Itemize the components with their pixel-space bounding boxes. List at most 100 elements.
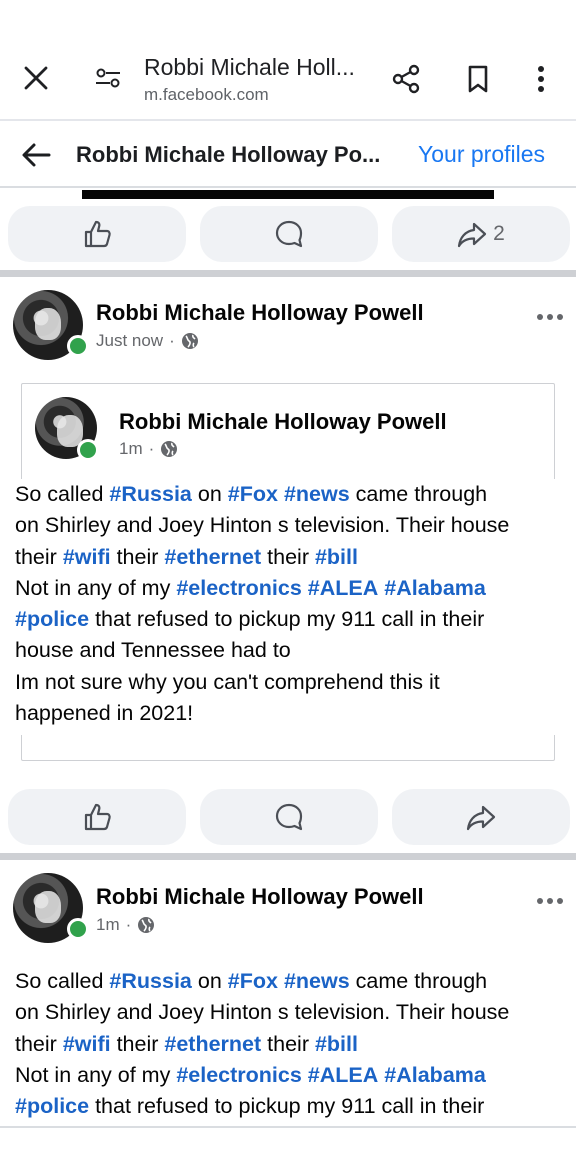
post-text-segment: house and Tennessee had to	[15, 638, 291, 663]
post-text-line: on Shirley and Joey Hinton s television.…	[15, 510, 571, 541]
post-text-line: So called #Russia on #Fox #news came thr…	[15, 479, 571, 510]
hashtag-link[interactable]: #news	[284, 969, 350, 993]
post-meta: 1m ·	[96, 915, 155, 935]
post-text-segment: their	[261, 544, 315, 569]
post-author[interactable]: Robbi Michale Holloway Powell	[96, 300, 424, 326]
hashtag-link[interactable]: #police	[15, 607, 89, 631]
tune-icon[interactable]	[90, 62, 126, 94]
meta-separator: ·	[169, 331, 175, 350]
hashtag-link[interactable]: #ALEA	[308, 1063, 378, 1087]
share-arrow-icon	[466, 805, 496, 831]
post-text-segment: Im not sure why you can't comprehend thi…	[15, 669, 440, 694]
hashtag-link[interactable]: #electronics	[176, 576, 301, 600]
post-text-segment: their	[110, 1031, 165, 1056]
post-text-line: Im not sure why you can't comprehend thi…	[15, 667, 571, 698]
hashtag-link[interactable]: #Russia	[109, 969, 191, 993]
share-icon[interactable]	[387, 60, 425, 98]
back-arrow-icon[interactable]	[18, 137, 54, 173]
hashtag-link[interactable]: #Alabama	[384, 1063, 486, 1087]
share-button[interactable]	[392, 789, 570, 845]
post-meta: Just now ·	[96, 331, 199, 351]
comment-icon	[275, 220, 303, 248]
online-status-dot	[77, 439, 99, 461]
share-arrow-icon	[458, 222, 487, 248]
shared-post-author[interactable]: Robbi Michale Holloway Powell	[119, 409, 447, 435]
more-horizontal-icon[interactable]	[536, 301, 564, 327]
post-time[interactable]: Just now	[96, 331, 163, 351]
like-icon	[84, 220, 111, 248]
hashtag-link[interactable]: #police	[15, 1094, 89, 1118]
hashtag-link[interactable]: #bill	[315, 1032, 358, 1056]
hashtag-link[interactable]: #electronics	[176, 1063, 301, 1087]
globe-icon	[161, 441, 178, 457]
post-text-line: So called #Russia on #Fox #news came thr…	[15, 966, 571, 997]
hashtag-link[interactable]: #Fox	[228, 482, 278, 506]
globe-icon	[138, 917, 155, 933]
online-status-dot	[67, 335, 89, 357]
your-profiles-link[interactable]: Your profiles	[418, 141, 545, 168]
post-text-line: on Shirley and Joey Hinton s television.…	[15, 997, 571, 1028]
action-row: 2	[0, 206, 576, 262]
post-text-segment: on	[191, 482, 228, 506]
post-text-segment: on	[191, 969, 228, 993]
hashtag-link[interactable]: #Fox	[228, 969, 278, 993]
bookmark-icon[interactable]	[460, 60, 496, 98]
bottom-edge	[0, 1126, 576, 1152]
post-text-segment: So called	[15, 969, 110, 993]
scroll-strip	[82, 190, 494, 199]
post-text: So called #Russia on #Fox #news came thr…	[15, 479, 571, 735]
browser-title: Robbi Michale Holl...	[144, 54, 355, 80]
post-text-segment: happened in 2021!	[15, 701, 194, 726]
post-text-line: their #wifi their #ethernet their #bill	[15, 542, 571, 573]
post-text-segment: their	[110, 544, 165, 569]
hashtag-link[interactable]: #bill	[315, 545, 358, 569]
post-text-segment: came through	[349, 482, 488, 506]
post-text-segment: that refused to pickup my 911 call in th…	[89, 1094, 485, 1119]
like-button[interactable]	[8, 206, 186, 262]
hashtag-link[interactable]: #news	[284, 482, 350, 506]
share-count: 2	[493, 222, 505, 245]
post-text-segment: their	[15, 1031, 63, 1056]
browser-url: m.facebook.com	[144, 85, 269, 104]
more-horizontal-icon[interactable]	[536, 885, 564, 911]
like-button[interactable]	[8, 789, 186, 845]
hashtag-link[interactable]: #ALEA	[308, 576, 378, 600]
post-text-line: happened in 2021!	[15, 698, 571, 729]
meta-separator: ·	[148, 439, 155, 458]
hashtag-link[interactable]: #wifi	[63, 545, 111, 569]
shared-post-meta: 1m ·	[119, 439, 178, 459]
post-divider	[0, 270, 576, 277]
post: Robbi Michale Holloway Powell Just now ·…	[0, 277, 576, 857]
post-text-segment: came through	[349, 969, 488, 993]
comment-button[interactable]	[200, 789, 378, 845]
comment-button[interactable]	[200, 206, 378, 262]
post-text-line: #police that refused to pickup my 911 ca…	[15, 604, 571, 635]
post-text-line: Not in any of my #electronics #ALEA #Ala…	[15, 573, 571, 604]
post-text-segment: Not in any of my	[15, 1062, 177, 1087]
post-divider	[0, 853, 576, 860]
comment-icon	[275, 803, 303, 831]
post-author[interactable]: Robbi Michale Holloway Powell	[96, 884, 424, 910]
post-text-segment: Not in any of my	[15, 575, 177, 600]
shared-post-time[interactable]: 1m	[119, 439, 143, 459]
hashtag-link[interactable]: #ethernet	[164, 545, 261, 569]
online-status-dot	[67, 918, 89, 940]
post-text-line: their #wifi their #ethernet their #bill	[15, 1029, 571, 1060]
browser-bar: Robbi Michale Holl... m.facebook.com	[0, 0, 576, 121]
hashtag-link[interactable]: #Alabama	[384, 576, 486, 600]
page-title: Robbi Michale Holloway Po...	[76, 142, 381, 167]
post-text: So called #Russia on #Fox #news came thr…	[15, 966, 571, 1122]
action-row	[0, 789, 576, 845]
like-icon	[84, 803, 111, 831]
share-button[interactable]: 2	[392, 206, 570, 262]
hashtag-link[interactable]: #wifi	[63, 1032, 111, 1056]
hashtag-link[interactable]: #ethernet	[164, 1032, 261, 1056]
post-time[interactable]: 1m	[96, 915, 120, 935]
post-text-segment: that refused to pickup my 911 call in th…	[89, 607, 485, 632]
close-icon[interactable]	[18, 60, 54, 96]
post-text-segment: So called	[15, 482, 110, 506]
more-vert-icon[interactable]	[526, 60, 556, 98]
hashtag-link[interactable]: #Russia	[109, 482, 191, 506]
post-text-segment: their	[261, 1031, 315, 1056]
post-text-segment: their	[15, 544, 63, 569]
